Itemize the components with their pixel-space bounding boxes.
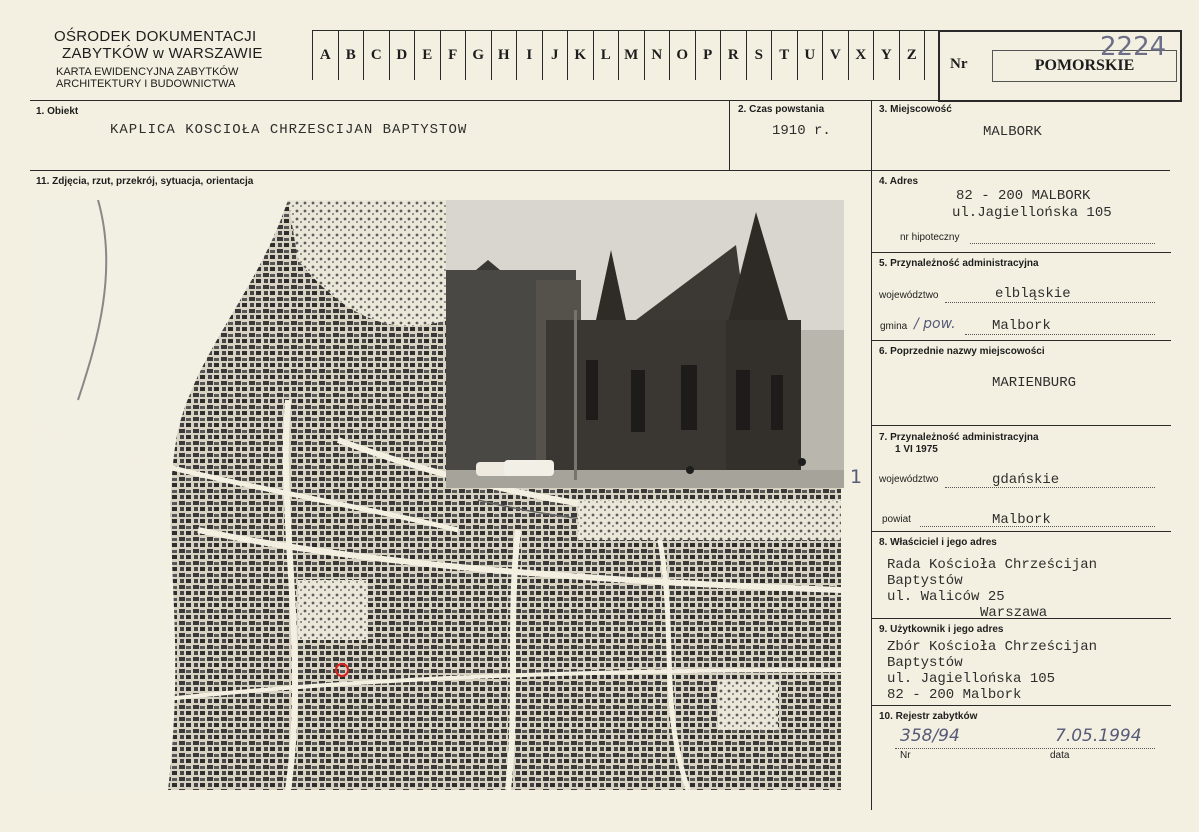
przynaleznosc-label: 5. Przynależność administracyjna <box>879 258 1039 269</box>
gmina-value: Malbork <box>992 318 1051 334</box>
index-letter: N <box>645 30 670 80</box>
miejscowosc-label: 3. Miejscowość <box>879 104 952 115</box>
index-letter: I <box>517 30 543 80</box>
czas-value: 1910 r. <box>772 123 831 139</box>
rejestr-data-label: data <box>1050 750 1070 761</box>
church-photo <box>446 200 844 488</box>
index-letter: V <box>823 30 849 80</box>
index-letter: M <box>619 30 645 80</box>
index-letter: C <box>364 30 390 80</box>
wlasciciel-line-3: ul. Waliców 25 <box>887 589 1005 605</box>
alphabet-index: ABCDEFGHIJKLMNOPRSTUVXYZ <box>313 30 925 80</box>
index-letter: S <box>747 30 772 80</box>
wojewodztwo-value: elbląskie <box>995 286 1071 302</box>
index-letter: K <box>568 30 594 80</box>
wojewodztwo-1975-value: gdańskie <box>992 472 1060 488</box>
gmina-label: gmina <box>880 321 908 332</box>
index-letter: R <box>721 30 747 80</box>
uzytkownik-line-4: 82 - 200 Malbork <box>887 687 1022 703</box>
powiat-label: powiat <box>882 514 911 525</box>
wlasciciel-line-2: Baptystów <box>887 573 963 589</box>
hipoteczny-label: nr hipoteczny <box>900 232 960 243</box>
institution-header: OŚRODEK DOKUMENTACJI ZABYTKÓW w WARSZAWI… <box>54 28 263 90</box>
index-letter: Z <box>900 30 925 80</box>
adres-line-2: ul.Jagiellońska 105 <box>952 205 1112 221</box>
index-letter: Y <box>874 30 900 80</box>
czas-label: 2. Czas powstania <box>738 104 825 115</box>
poprzednie-value: MARIENBURG <box>992 375 1077 391</box>
index-letter: A <box>313 30 339 80</box>
przynaleznosc1975-date: 1 VI 1975 <box>895 444 938 455</box>
rejestr-nr-value: 358/94 <box>900 726 960 746</box>
institution-line-2: ZABYTKÓW w WARSZAWIE <box>62 45 263 62</box>
wojewodztwo-label: województwo <box>879 290 939 301</box>
wojewodztwo-1975-label: województwo <box>879 474 939 485</box>
index-letter: H <box>492 30 517 80</box>
index-letter: F <box>441 30 466 80</box>
index-letter: P <box>696 30 721 80</box>
index-letter: B <box>339 30 364 80</box>
wlasciciel-label: 8. Właściciel i jego adres <box>879 537 997 548</box>
index-letter: U <box>798 30 823 80</box>
rejestr-label: 10. Rejestr zabytków <box>879 711 978 722</box>
nr-label: Nr <box>950 56 968 72</box>
index-letter: E <box>415 30 441 80</box>
institution-line-1: OŚRODEK DOKUMENTACJI <box>54 28 257 45</box>
card-type-line-2: ARCHITEKTURY I BUDOWNICTWA <box>56 78 236 90</box>
poprzednie-label: 6. Poprzednie nazwy miejscowości <box>879 346 1045 357</box>
wlasciciel-line-1: Rada Kościoła Chrześcijan <box>887 557 1098 573</box>
photo-number: 1 <box>850 466 863 488</box>
uzytkownik-label: 9. Użytkownik i jego adres <box>879 624 1004 635</box>
index-letter: T <box>772 30 798 80</box>
inventory-card: OŚRODEK DOKUMENTACJI ZABYTKÓW w WARSZAWI… <box>0 0 1199 832</box>
adres-label: 4. Adres <box>879 176 919 187</box>
index-letter: X <box>849 30 874 80</box>
miejscowosc-value: MALBORK <box>983 124 1042 140</box>
zdjecia-label: 11. Zdjęcia, rzut, przekrój, sytuacja, o… <box>36 176 254 187</box>
uzytkownik-line-1: Zbór Kościoła Chrześcijan <box>887 639 1098 655</box>
gmina-handwritten: / pow. <box>914 316 956 332</box>
adres-line-1: 82 - 200 MALBORK <box>956 188 1091 204</box>
uzytkownik-line-3: ul. Jagiellońska 105 <box>887 671 1056 687</box>
number-box: Nr POMORSKIE 2224 <box>938 30 1182 102</box>
index-letter: D <box>390 30 415 80</box>
uzytkownik-line-2: Baptystów <box>887 655 963 671</box>
rejestr-data-value: 7.05.1994 <box>1055 726 1142 746</box>
card-number: 2224 <box>1100 32 1167 62</box>
przynaleznosc1975-label: 7. Przynależność administracyjna <box>879 432 1039 443</box>
index-letter: J <box>543 30 568 80</box>
wlasciciel-line-4: Warszawa <box>980 605 1048 621</box>
card-type-line-1: KARTA EWIDENCYJNA ZABYTKÓW <box>56 66 239 78</box>
index-letter: O <box>670 30 696 80</box>
index-letter: L <box>594 30 619 80</box>
obiekt-label: 1. Obiekt <box>36 106 79 117</box>
rejestr-nr-label: Nr <box>900 750 911 761</box>
index-letter: G <box>466 30 492 80</box>
obiekt-value: KAPLICA KOSCIOŁA CHRZESCIJAN BAPTYSTOW <box>110 122 468 138</box>
